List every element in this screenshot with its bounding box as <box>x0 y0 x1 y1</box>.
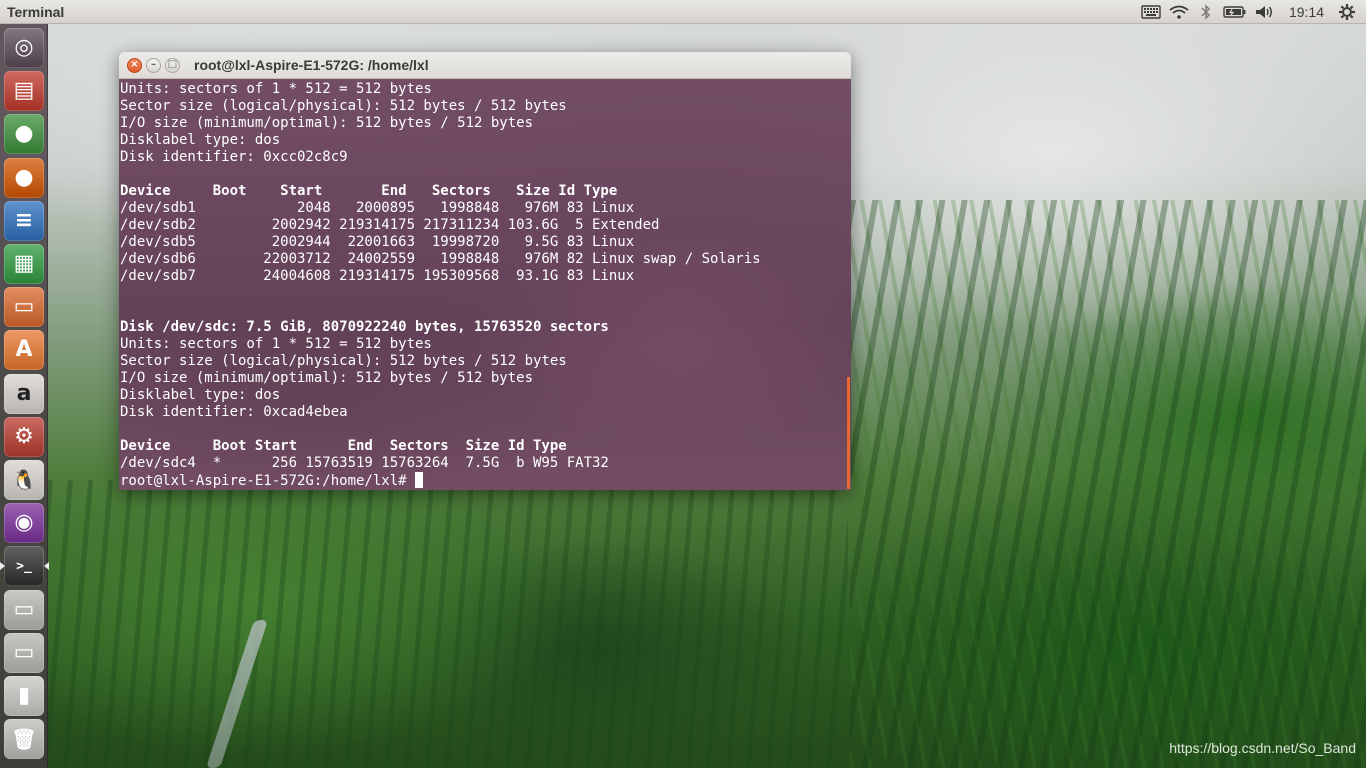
launcher: ◎ ▤ ● ● ≡ ▦ ▭ Aa ⚙ 🐧 ◉ >_ ▭ ▭ ▮ 🗑 <box>0 24 49 768</box>
terminal-line: /dev/sdb5 2002944 22001663 19998720 9.5G… <box>120 234 635 250</box>
firefox-icon: ● <box>14 164 34 190</box>
terminal-line: /dev/sdb2 2002942 219314175 217311234 10… <box>120 217 660 233</box>
trash-icon: 🗑 <box>11 727 37 752</box>
launcher-item-chrome-icon[interactable]: ● <box>4 114 44 155</box>
wallpaper-valley <box>48 480 848 768</box>
calc-icon: ▦ <box>13 251 35 276</box>
terminal-line: I/O size (minimum/optimal): 512 bytes / … <box>120 115 534 131</box>
keyboard-icon[interactable] <box>1137 0 1165 24</box>
software-center-icon: A <box>15 337 33 363</box>
terminal-line: /dev/sdc4 * 256 15763519 15763264 7.5G b… <box>120 455 609 471</box>
terminal-line: Device Boot Start End Sectors Size Id Ty… <box>120 183 618 199</box>
window-title: root@lxl-Aspire-E1-572G: /home/lxl <box>194 57 429 73</box>
terminal-output[interactable]: Units: sectors of 1 * 512 = 512 bytes Se… <box>119 79 851 490</box>
ubuntu-dash-icon: ◎ <box>14 35 34 60</box>
terminal-line: Device Boot Start End Sectors Size Id Ty… <box>120 438 567 454</box>
launcher-item-impress-icon[interactable]: ▭ <box>4 287 44 328</box>
chrome-icon: ● <box>14 121 34 147</box>
terminal-line: Disk /dev/sdc: 7.5 GiB, 8070922240 bytes… <box>120 319 609 335</box>
terminal-line: /dev/sdb6 22003712 24002559 1998848 976M… <box>120 251 761 267</box>
terminal-window: × – □ root@lxl-Aspire-E1-572G: /home/lxl… <box>119 52 851 490</box>
launcher-item-system-settings-icon[interactable]: ⚙ <box>4 416 44 457</box>
launcher-item-amazon-icon[interactable]: a <box>4 373 44 414</box>
files-icon: ▤ <box>13 78 35 104</box>
launcher-item-calc-icon[interactable]: ▦ <box>4 244 44 284</box>
launcher-item-trash-icon[interactable]: 🗑 <box>4 719 44 760</box>
clock[interactable]: 19:14 <box>1279 0 1334 24</box>
terminal-line: Disk identifier: 0xcc02c8c9 <box>120 149 348 165</box>
purple-app-icon: ◉ <box>14 510 34 536</box>
volume-icon[interactable] <box>1251 0 1279 24</box>
terminal-line: Disklabel type: dos <box>120 132 281 148</box>
disk-drive-icon-2: ▭ <box>13 639 35 665</box>
window-titlebar[interactable]: × – □ root@lxl-Aspire-E1-572G: /home/lxl <box>119 52 851 79</box>
terminal-scrollbar[interactable] <box>847 377 850 489</box>
launcher-item-linux-penguin-icon[interactable]: 🐧 <box>4 460 44 500</box>
terminal-line: I/O size (minimum/optimal): 512 bytes / … <box>120 370 534 386</box>
terminal-line: Units: sectors of 1 * 512 = 512 bytes <box>120 81 432 97</box>
running-indicator <box>0 562 5 571</box>
battery-icon[interactable] <box>1219 0 1251 24</box>
watermark-text: https://blog.csdn.net/So_Band <box>1169 740 1356 756</box>
disk-drive-icon: ▭ <box>13 596 35 622</box>
indicator-area: 19:14 <box>1137 0 1366 24</box>
launcher-item-writer-icon[interactable]: ≡ <box>4 200 44 241</box>
terminal-line: /dev/sdb1 2048 2000895 1998848 976M 83 L… <box>120 200 635 216</box>
launcher-item-purple-app-icon[interactable]: ◉ <box>4 503 44 544</box>
minimize-button[interactable]: – <box>146 57 161 73</box>
launcher-item-usb-drive-icon[interactable]: ▮ <box>4 676 44 716</box>
launcher-item-disk-drive-icon-2[interactable]: ▭ <box>4 632 44 673</box>
text-cursor <box>415 472 424 488</box>
launcher-item-ubuntu-dash-icon[interactable]: ◎ <box>4 28 44 68</box>
bluetooth-icon[interactable] <box>1193 0 1219 24</box>
shell-prompt: root@lxl-Aspire-E1-572G:/home/lxl# <box>120 473 416 489</box>
terminal-icon: >_ <box>16 558 32 574</box>
top-panel: Terminal 19:14 <box>0 0 1366 24</box>
system-settings-icon: ⚙ <box>14 423 34 449</box>
launcher-item-software-center-icon[interactable]: A <box>4 330 44 371</box>
terminal-text: Units: sectors of 1 * 512 = 512 bytes Se… <box>120 81 851 490</box>
linux-penguin-icon: 🐧 <box>11 468 37 492</box>
terminal-line: Units: sectors of 1 * 512 = 512 bytes <box>120 336 432 352</box>
amazon-icon: a <box>16 380 32 406</box>
terminal-line: Sector size (logical/physical): 512 byte… <box>120 353 567 369</box>
wifi-icon[interactable] <box>1165 0 1193 24</box>
terminal-line: Disklabel type: dos <box>120 387 281 403</box>
maximize-button[interactable]: □ <box>165 57 180 73</box>
active-app-title: Terminal <box>7 3 65 20</box>
usb-drive-icon: ▮ <box>17 683 31 708</box>
focused-indicator <box>44 562 49 571</box>
writer-icon: ≡ <box>14 207 34 233</box>
close-button[interactable]: × <box>127 57 142 73</box>
terminal-line: Disk identifier: 0xcad4ebea <box>120 404 348 420</box>
launcher-item-firefox-icon[interactable]: ● <box>4 157 44 198</box>
launcher-item-files-icon[interactable]: ▤ <box>4 71 44 112</box>
wallpaper-forest <box>850 200 1366 768</box>
impress-icon: ▭ <box>13 294 35 320</box>
terminal-line: /dev/sdb7 24004608 219314175 195309568 9… <box>120 268 635 284</box>
launcher-item-terminal-icon[interactable]: >_ <box>4 546 44 587</box>
settings-gear-icon[interactable] <box>1334 0 1360 24</box>
terminal-line: Sector size (logical/physical): 512 byte… <box>120 98 567 114</box>
launcher-item-disk-drive-icon[interactable]: ▭ <box>4 589 44 630</box>
